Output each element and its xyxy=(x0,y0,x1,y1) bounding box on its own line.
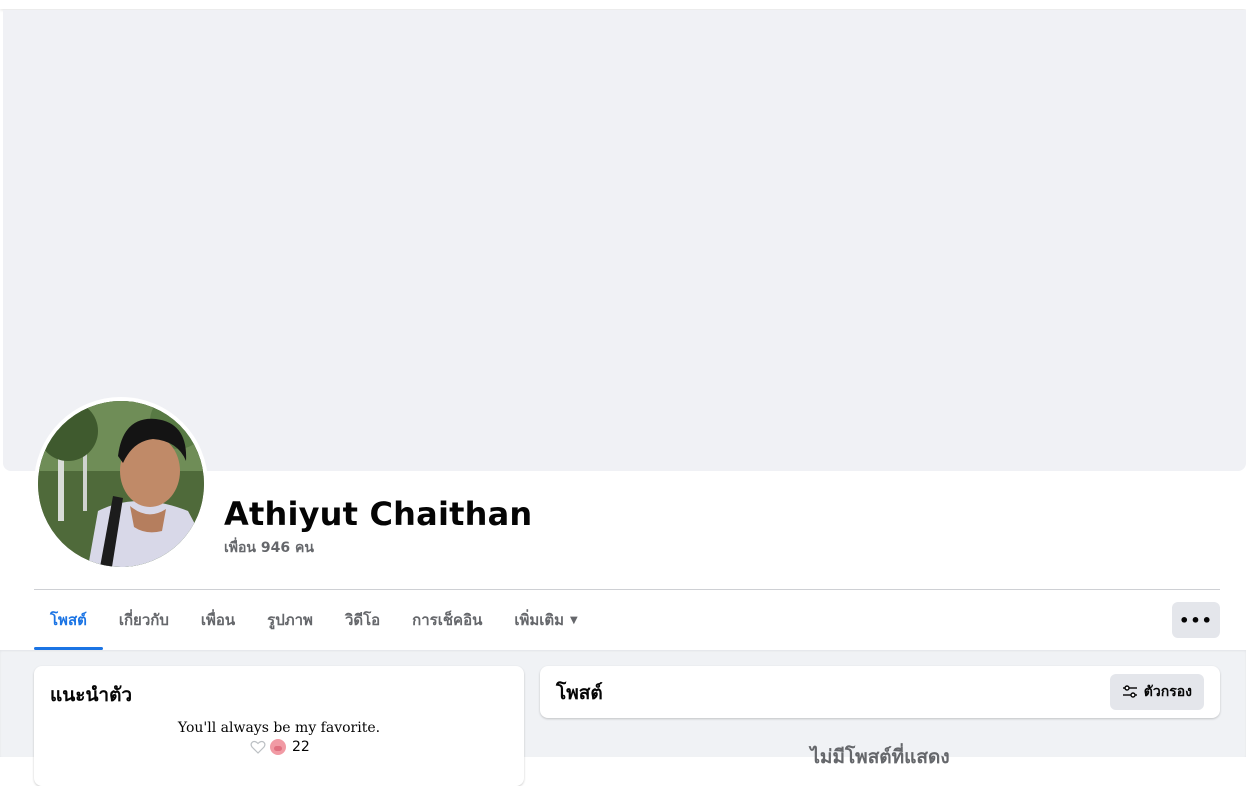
caret-down-icon: ▼ xyxy=(570,614,578,626)
bio-text: You'll always be my favorite. xyxy=(177,720,381,736)
tab-label: วิดีโอ xyxy=(344,611,381,629)
tab-videos[interactable]: วิดีโอ xyxy=(329,590,396,650)
posts-title: โพสต์ xyxy=(556,682,603,704)
filter-label: ตัวกรอง xyxy=(1143,684,1192,700)
filter-icon xyxy=(1122,685,1137,698)
intro-title: แนะนำตัว xyxy=(50,684,133,706)
no-posts-message: ไม่มีโพสต์ที่แสดง xyxy=(810,746,950,768)
tab-more[interactable]: เพิ่มเติม ▼ xyxy=(498,590,593,650)
profile-name: Athiyut Chaithan xyxy=(224,495,533,533)
avatar-photo xyxy=(38,401,204,567)
tab-label: รูปภาพ xyxy=(267,611,313,629)
tab-label: การเช็คอิน xyxy=(412,611,483,629)
posts-header-card: โพสต์ ตัวกรอง xyxy=(540,666,1220,718)
tab-checkins[interactable]: การเช็คอิน xyxy=(396,590,498,650)
filter-button[interactable]: ตัวกรอง xyxy=(1109,674,1204,710)
bio-reactions: 22 xyxy=(250,739,310,755)
tab-label: เกี่ยวกับ xyxy=(118,611,169,629)
tab-label: เพิ่มเติม xyxy=(514,611,565,629)
tab-label: โพสต์ xyxy=(50,611,87,629)
tab-label: เพื่อน xyxy=(200,611,236,629)
tab-about[interactable]: เกี่ยวกับ xyxy=(103,590,185,650)
ellipsis-icon: ••• xyxy=(1179,610,1213,630)
top-bar xyxy=(0,0,1246,9)
pig-emoji-icon xyxy=(270,739,286,755)
intro-card: แนะนำตัว You'll always be my favorite. 2… xyxy=(34,666,524,786)
heart-icon[interactable] xyxy=(250,740,266,754)
tab-posts[interactable]: โพสต์ xyxy=(34,590,103,650)
reaction-count: 22 xyxy=(292,739,310,755)
more-options-button[interactable]: ••• xyxy=(1172,602,1220,638)
tab-photos[interactable]: รูปภาพ xyxy=(251,590,329,650)
profile-picture[interactable] xyxy=(34,397,208,571)
cover-photo[interactable] xyxy=(3,10,1246,471)
profile-tabs: โพสต์ เกี่ยวกับ เพื่อน รูปภาพ วิดีโอ การ… xyxy=(34,590,594,650)
tab-friends[interactable]: เพื่อน xyxy=(185,590,251,650)
friends-count[interactable]: เพื่อน 946 คน xyxy=(224,539,314,557)
